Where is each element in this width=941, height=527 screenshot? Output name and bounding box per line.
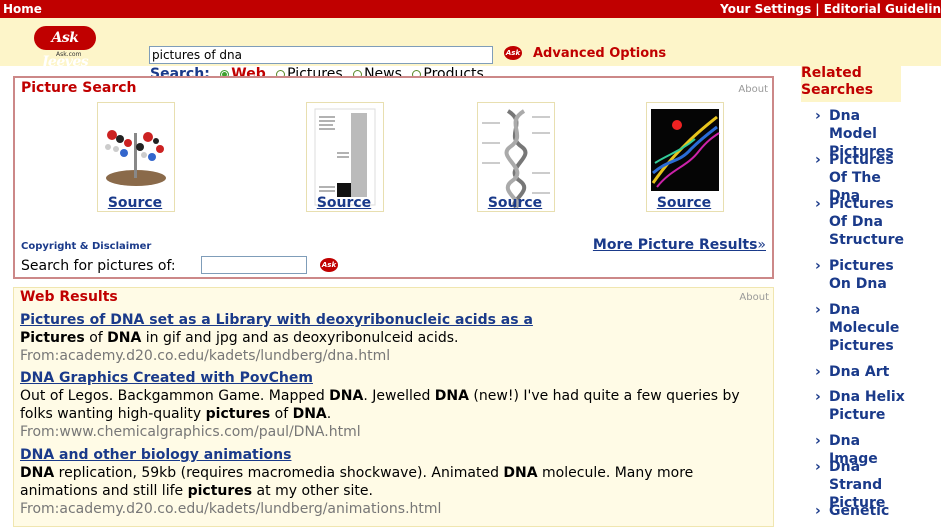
result-title-link[interactable]: DNA Graphics Created with PovChem (20, 369, 772, 387)
chevron-right-icon: › (815, 152, 821, 168)
ask-jeeves-logo[interactable]: Ask Jeeves Ask.com (34, 26, 98, 70)
more-picture-results-link[interactable]: More Picture Results» (593, 237, 766, 253)
related-searches-title: Related Searches (801, 65, 874, 98)
result-description: DNA replication, 59kb (requires macromed… (20, 465, 694, 499)
result-item: DNA and other biology animations DNA rep… (20, 446, 772, 518)
search-for-pictures-label: Search for pictures of: (21, 258, 176, 274)
source-link[interactable]: Source (85, 195, 185, 211)
advanced-options-link[interactable]: Advanced Options (533, 46, 666, 61)
chevron-right-icon: › (815, 258, 821, 274)
about-link[interactable]: About (739, 292, 769, 303)
picture-search-title: Picture Search (21, 80, 137, 96)
related-searches-panel: Related Searches › Dna Model Pictures › Pi… (801, 64, 905, 524)
ask-search-button[interactable]: Ask (504, 46, 522, 60)
result-title-link[interactable]: DNA and other biology animations (20, 446, 772, 464)
web-results-panel: Web Results About Pictures of DNA set as… (13, 287, 774, 527)
chevron-right-icon: › (815, 459, 821, 475)
source-link[interactable]: Source (634, 195, 734, 211)
home-link[interactable]: Home (3, 0, 42, 18)
related-item[interactable]: › Dna Art (815, 363, 907, 381)
top-nav-bar: Home Your Settings | Editorial Guidelin (0, 0, 941, 18)
result-item: DNA Graphics Created with PovChem Out of… (20, 369, 772, 441)
source-link[interactable]: Source (294, 195, 394, 211)
logo-subtext: Ask.com (56, 51, 82, 58)
editorial-guidelines-link[interactable]: Editorial Guidelin (824, 2, 941, 16)
result-item: Pictures of DNA set as a Library with de… (20, 311, 772, 365)
nav-separator: | (815, 2, 820, 16)
result-title-link[interactable]: Pictures of DNA set as a Library with de… (20, 311, 772, 329)
picture-search-panel: Picture Search About Source Source Sourc… (13, 76, 774, 279)
result-url: From:www.chemicalgraphics.com/paul/DNA.h… (20, 424, 361, 440)
ask-picture-search-button[interactable]: Ask (320, 258, 338, 272)
top-nav-right: Your Settings | Editorial Guidelin (720, 0, 941, 18)
chevron-right-icon: › (815, 389, 821, 405)
chevron-right-icon: › (815, 364, 821, 380)
related-item[interactable]: › Dna Molecule Pictures (815, 301, 907, 355)
result-description: Pictures of DNA in gif and jpg and as de… (20, 330, 459, 346)
result-url: From:academy.d20.co.edu/kadets/lundberg/… (20, 501, 442, 517)
web-results-title: Web Results (20, 289, 118, 305)
picture-search-input[interactable] (201, 256, 307, 274)
related-item[interactable]: › Pictures Of Dna Structure (815, 195, 907, 249)
chevron-right-icon: › (815, 196, 821, 212)
result-url: From:academy.d20.co.edu/kadets/lundberg/… (20, 348, 391, 364)
search-input[interactable]: pictures of dna (149, 46, 493, 64)
chevron-right-icon: › (815, 108, 821, 124)
logo-text: Ask Jeeves (34, 26, 96, 70)
your-settings-link[interactable]: Your Settings (720, 2, 811, 16)
source-link[interactable]: Source (465, 195, 565, 211)
about-link[interactable]: About (738, 84, 768, 95)
chevron-right-icon: › (815, 433, 821, 449)
related-item[interactable]: › Pictures On Dna (815, 257, 907, 293)
related-item[interactable]: › Dna Helix Picture (815, 388, 907, 424)
result-description: Out of Legos. Backgammon Game. Mapped DN… (20, 388, 740, 422)
search-header: Ask Jeeves Ask.com pictures of dna Ask A… (0, 18, 941, 82)
chevron-right-icon: › (815, 302, 821, 318)
related-item[interactable]: › Genetic (815, 502, 907, 520)
chevron-right-icon: › (815, 503, 821, 519)
copyright-disclaimer-link[interactable]: Copyright & Disclaimer (21, 241, 151, 252)
